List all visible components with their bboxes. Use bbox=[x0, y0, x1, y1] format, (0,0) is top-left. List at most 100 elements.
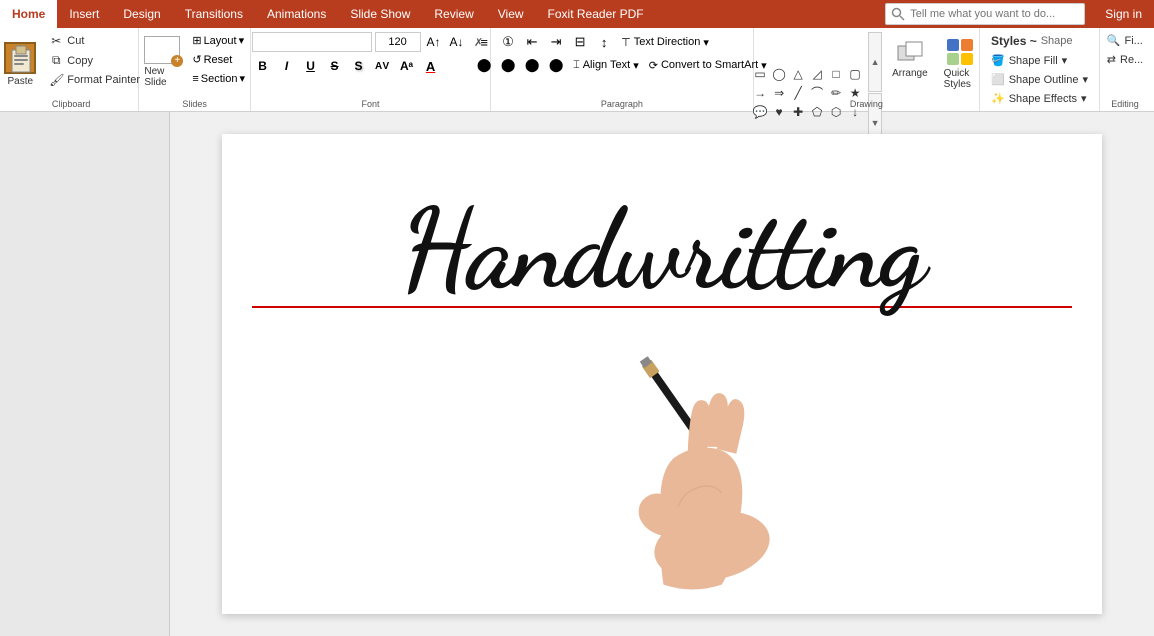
shape-fill-chevron: ▾ bbox=[1062, 54, 1068, 67]
align-right-button[interactable]: ⬤ bbox=[521, 55, 543, 75]
shape-outline-label: Shape Outline bbox=[1009, 74, 1079, 86]
shape-btn-rtriangle[interactable]: ◿ bbox=[808, 65, 826, 83]
increase-list-button[interactable]: ⇥ bbox=[545, 32, 567, 52]
copy-label: Copy bbox=[67, 55, 93, 67]
tab-design[interactable]: Design bbox=[111, 0, 172, 28]
shape-btn-rrect[interactable]: ▢ bbox=[846, 65, 864, 83]
paste-button[interactable]: Paste bbox=[0, 32, 42, 97]
tab-review[interactable]: Review bbox=[422, 0, 485, 28]
line-spacing-button[interactable]: ↕ bbox=[593, 32, 615, 52]
arrange-button[interactable]: Arrange bbox=[886, 32, 934, 83]
font-group-label: Font bbox=[251, 99, 490, 109]
main-area: Handwritting bbox=[0, 112, 1154, 636]
decrease-list-button[interactable]: ⇤ bbox=[521, 32, 543, 52]
tab-animations[interactable]: Animations bbox=[255, 0, 338, 28]
slides-group-label: Slides bbox=[139, 99, 250, 109]
font-color-change-button[interactable]: Aᵃ bbox=[396, 55, 418, 77]
layout-label: Layout bbox=[204, 35, 237, 47]
slide-canvas-area: Handwritting bbox=[170, 112, 1154, 636]
tab-foxit[interactable]: Foxit Reader PDF bbox=[536, 0, 656, 28]
shape-outline-button[interactable]: ⬜ Shape Outline ▾ bbox=[987, 71, 1092, 88]
new-slide-icon bbox=[144, 36, 180, 64]
tab-view[interactable]: View bbox=[486, 0, 536, 28]
ribbon-tabs: Home Insert Design Transitions Animation… bbox=[0, 0, 1154, 28]
search-icon bbox=[885, 3, 1093, 25]
font-color-button[interactable]: A bbox=[420, 55, 442, 77]
section-icon: ≡ bbox=[192, 73, 198, 85]
replace-button[interactable]: ⇄ Re... bbox=[1103, 51, 1147, 68]
search-wrapper bbox=[885, 3, 1093, 25]
slide-panel[interactable] bbox=[0, 112, 170, 636]
font-name-row: A↑ A↓ ✗ bbox=[252, 32, 490, 52]
reset-button[interactable]: ↺ Reset bbox=[188, 51, 249, 68]
ribbon-group-slides: New Slide ⊞ Layout ▾ ↺ Reset ≡ Section ▾ bbox=[139, 28, 251, 111]
search-input[interactable] bbox=[885, 3, 1085, 25]
shadow-button[interactable]: S bbox=[348, 55, 370, 77]
tab-transitions[interactable]: Transitions bbox=[173, 0, 255, 28]
cut-label: Cut bbox=[67, 35, 84, 47]
format-painter-label: Format Painter bbox=[67, 74, 140, 86]
shape-fill-button[interactable]: 🪣 Shape Fill ▾ bbox=[987, 52, 1092, 69]
copy-button[interactable]: ⧉ Copy bbox=[45, 51, 144, 70]
numbering-button[interactable]: ① bbox=[497, 32, 519, 52]
text-direction-icon: ⊤ bbox=[621, 36, 631, 49]
underline-button[interactable]: U bbox=[300, 55, 322, 77]
cols-button[interactable]: ⊟ bbox=[569, 32, 591, 52]
find-label: Fi... bbox=[1124, 35, 1142, 47]
ribbon-group-font: A↑ A↓ ✗ B I U S S AV Aᵃ A Font bbox=[251, 28, 491, 111]
cut-button[interactable]: ✂ Cut bbox=[45, 32, 144, 50]
strikethrough-button[interactable]: S bbox=[324, 55, 346, 77]
quick-styles-button[interactable]: Quick Styles bbox=[938, 32, 982, 94]
text-direction-button[interactable]: ⊤ Text Direction ▾ bbox=[617, 34, 713, 51]
shape-outline-icon: ⬜ bbox=[991, 73, 1005, 86]
tab-home[interactable]: Home bbox=[0, 0, 57, 28]
format-painter-button[interactable]: 🖌 Format Painter bbox=[45, 71, 144, 89]
bullets-button[interactable]: ≡ bbox=[473, 32, 495, 52]
tab-slideshow[interactable]: Slide Show bbox=[338, 0, 422, 28]
shape-effects-chevron: ▾ bbox=[1081, 92, 1087, 105]
align-center-button[interactable]: ⬤ bbox=[497, 55, 519, 75]
paragraph-row-1: ≡ ① ⇤ ⇥ ⊟ ↕ ⊤ Text Direction ▾ bbox=[473, 32, 713, 52]
shape-btn-rect2[interactable]: □ bbox=[827, 65, 845, 83]
justify-button[interactable]: ⬤ bbox=[545, 55, 567, 75]
smartart-icon: ⟳ bbox=[649, 59, 658, 72]
reset-icon: ↺ bbox=[192, 53, 201, 66]
font-name-input[interactable] bbox=[252, 32, 372, 52]
shape-btn-circle[interactable]: ◯ bbox=[770, 65, 788, 83]
slide-sub-buttons: ⊞ Layout ▾ ↺ Reset ≡ Section ▾ bbox=[188, 32, 249, 87]
shape-effects-button[interactable]: ✨ Shape Effects ▾ bbox=[987, 90, 1092, 107]
tab-insert[interactable]: Insert bbox=[57, 0, 111, 28]
align-left-button[interactable]: ⬤ bbox=[473, 55, 495, 75]
font-size-input[interactable] bbox=[375, 32, 421, 52]
ribbon-group-drawing: ▭ ◯ △ ◿ □ ▢ → ⇒ ╱ ⌒ ✏ ★ 💬 ♥ ✚ bbox=[754, 28, 980, 111]
ribbon-group-shape-tools: Styles ~ Shape 🪣 Shape Fill ▾ ⬜ Shape Ou… bbox=[980, 28, 1100, 111]
new-slide-button[interactable]: New Slide bbox=[140, 32, 184, 92]
increase-font-button[interactable]: A↑ bbox=[424, 32, 444, 52]
sign-in-button[interactable]: Sign in bbox=[1093, 3, 1154, 25]
shapes-scroll-up[interactable]: ▲ bbox=[868, 32, 882, 92]
clip-small-buttons: ✂ Cut ⧉ Copy 🖌 Format Painter bbox=[45, 32, 144, 97]
shape-btn-rect[interactable]: ▭ bbox=[751, 65, 769, 83]
drawing-group-label: Drawing bbox=[754, 99, 979, 109]
italic-button[interactable]: I bbox=[276, 55, 298, 77]
decrease-font-button[interactable]: A↓ bbox=[447, 32, 467, 52]
quick-styles-label: Quick Styles bbox=[944, 68, 976, 90]
shape-label: Shape bbox=[1041, 35, 1073, 47]
char-spacing-button[interactable]: AV bbox=[372, 55, 394, 77]
ribbon: Paste ✂ Cut ⧉ Copy 🖌 Format Painter Clip… bbox=[0, 28, 1154, 112]
layout-button[interactable]: ⊞ Layout ▾ bbox=[188, 32, 249, 49]
slide-canvas[interactable]: Handwritting bbox=[222, 134, 1102, 614]
paste-label: Paste bbox=[7, 76, 33, 87]
align-text-chevron: ▾ bbox=[633, 59, 639, 72]
section-chevron-icon: ▾ bbox=[239, 72, 245, 85]
hand-illustration bbox=[562, 284, 862, 604]
align-text-button[interactable]: ⌶ Align Text ▾ bbox=[569, 57, 643, 74]
clipboard-group-label: Clipboard bbox=[4, 99, 138, 109]
layout-icon: ⊞ bbox=[192, 34, 201, 47]
section-button[interactable]: ≡ Section ▾ bbox=[188, 70, 249, 87]
find-button[interactable]: 🔍 Fi... bbox=[1103, 32, 1147, 49]
paste-icon bbox=[4, 42, 36, 74]
paragraph-group-label: Paragraph bbox=[491, 99, 753, 109]
bold-button[interactable]: B bbox=[252, 55, 274, 77]
shape-btn-triangle[interactable]: △ bbox=[789, 65, 807, 83]
